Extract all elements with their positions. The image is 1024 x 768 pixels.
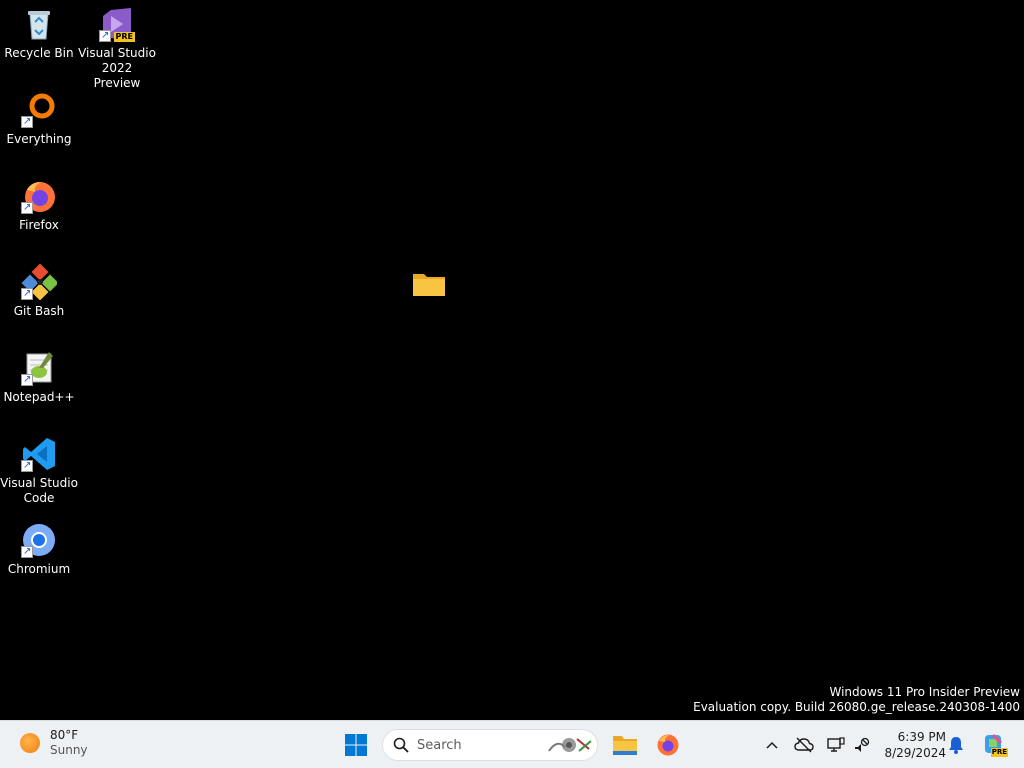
- taskbar: 80°F Sunny Search 6:39 PM 8/29/2024 PRE: [0, 720, 1024, 768]
- search-icon: [393, 737, 409, 753]
- monitor-icon: [827, 737, 845, 752]
- everything-search-icon: [21, 92, 57, 129]
- shortcut-arrow-icon: [21, 458, 33, 473]
- desktop-icon-notepad-plus-plus[interactable]: Notepad++: [0, 350, 78, 405]
- desktop-icon-everything[interactable]: Everything: [0, 92, 78, 147]
- shortcut-arrow-icon: [99, 28, 111, 43]
- desktop-icon-label: Chromium: [7, 562, 71, 576]
- tray-network-volume[interactable]: [850, 733, 874, 757]
- weather-widget[interactable]: 80°F Sunny: [20, 728, 88, 758]
- sun-icon: [20, 733, 40, 753]
- taskbar-search-box[interactable]: Search: [382, 729, 598, 761]
- taskbar-file-explorer[interactable]: [609, 729, 641, 761]
- windows-evaluation-watermark: Windows 11 Pro Insider Preview Evaluatio…: [693, 685, 1020, 715]
- desktop-icon-folder[interactable]: [390, 266, 468, 306]
- desktop-icon-recycle-bin[interactable]: Recycle Bin: [0, 6, 78, 61]
- desktop-icon-label: Firefox: [19, 218, 59, 232]
- firefox-icon: [657, 734, 679, 756]
- clock-time: 6:39 PM: [897, 730, 946, 744]
- preview-badge: PRE: [113, 32, 135, 42]
- shortcut-arrow-icon: [21, 200, 33, 215]
- clock-date: 8/29/2024: [884, 746, 946, 760]
- chevron-up-icon: [766, 741, 778, 749]
- desktop-icon-label: Everything: [6, 132, 72, 146]
- taskbar-firefox[interactable]: [652, 729, 684, 761]
- weather-condition: Sunny: [50, 743, 88, 757]
- desktop-icon-label: Visual Studio 2022 Preview: [78, 46, 156, 90]
- weather-temperature: 80°F: [50, 728, 79, 742]
- tray-display[interactable]: [824, 733, 848, 757]
- desktop-icon-label: Notepad++: [3, 390, 75, 404]
- notifications-button[interactable]: [944, 733, 968, 757]
- firefox-icon: [21, 178, 57, 215]
- search-placeholder: Search: [417, 737, 462, 753]
- tray-onedrive-offline[interactable]: [792, 733, 816, 757]
- recycle-bin-icon: [21, 6, 57, 42]
- desktop-icon-vscode[interactable]: Visual Studio Code: [0, 436, 78, 506]
- git-bash-icon: [21, 263, 59, 301]
- cloud-off-icon: [794, 737, 814, 753]
- visual-studio-preview-icon: PRE: [99, 6, 135, 43]
- windows-logo-icon: [345, 734, 367, 756]
- watermark-edition: Windows 11 Pro Insider Preview: [829, 685, 1020, 699]
- desktop-icon-label: Visual Studio Code: [0, 476, 78, 505]
- taskbar-clock[interactable]: 6:39 PM 8/29/2024: [880, 729, 946, 761]
- vscode-icon: [21, 436, 57, 473]
- desktop-icon-git-bash[interactable]: Git Bash: [0, 263, 78, 319]
- shortcut-arrow-icon: [21, 544, 33, 559]
- start-button[interactable]: [340, 729, 372, 761]
- shortcut-arrow-icon: [21, 372, 33, 387]
- watermark-build: Evaluation copy. Build 26080.ge_release.…: [693, 700, 1020, 714]
- desktop-icon-chromium[interactable]: Chromium: [0, 522, 78, 577]
- folder-icon: [411, 266, 447, 302]
- copilot-preview-badge: PRE: [990, 748, 1008, 757]
- desktop-icon-label: Git Bash: [13, 304, 65, 318]
- shortcut-arrow-icon: [21, 286, 33, 301]
- desktop-icon-visual-studio-preview[interactable]: PRE Visual Studio 2022 Preview: [78, 6, 156, 91]
- notepad-plus-plus-icon: [21, 350, 57, 387]
- file-explorer-icon: [613, 736, 637, 755]
- shortcut-arrow-icon: [21, 114, 33, 129]
- search-highlight-illustration-icon: [548, 738, 592, 752]
- desktop-icon-label: Recycle Bin: [4, 46, 74, 60]
- bell-icon: [949, 737, 963, 754]
- desktop: Recycle Bin PRE Visual Studio 2022 Previ…: [0, 0, 1024, 720]
- desktop-icon-firefox[interactable]: Firefox: [0, 178, 78, 233]
- show-hidden-icons-button[interactable]: [760, 733, 784, 757]
- chromium-icon: [21, 522, 57, 559]
- copilot-preview-button[interactable]: PRE: [980, 733, 1008, 757]
- network-sound-icon: [855, 737, 870, 752]
